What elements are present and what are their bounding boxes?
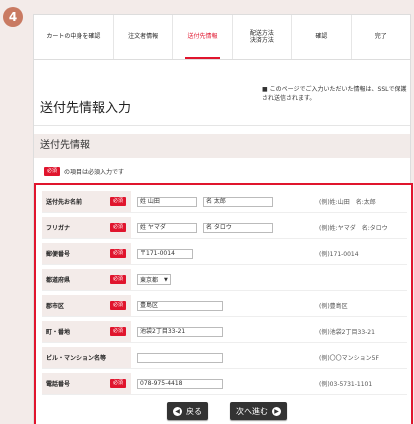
- required-note-text: の項目は必須入力です: [64, 169, 125, 176]
- section-title: 送付先情報: [34, 134, 410, 158]
- required-badge: 必須: [109, 379, 126, 388]
- next-button-label: 次へ進む: [236, 406, 268, 416]
- city-input[interactable]: 豊島区: [137, 300, 223, 311]
- arrow-right-icon: ▶: [272, 406, 281, 416]
- field-label-cell: 郡市区 必須: [42, 295, 131, 316]
- required-badge: 必須: [109, 301, 126, 310]
- first-name-kana-input[interactable]: 名 タロウ: [203, 222, 273, 233]
- field-label: ビル・マンション名等: [46, 355, 107, 362]
- required-badge: 必須: [44, 167, 61, 176]
- field-label: 町・番地: [46, 329, 71, 336]
- bullet-icon: ■: [262, 86, 268, 93]
- last-name-kana-input[interactable]: 姓 ヤマダ: [137, 222, 197, 233]
- field-label-cell: 電話番号 必須: [42, 373, 131, 394]
- form-row-furigana: フリガナ 必須 姓 ヤマダ 名 タロウ (例)姓:ヤマダ 名:タロウ: [42, 217, 407, 239]
- step-orderer-info: 注文者情報: [114, 15, 174, 59]
- field-example: (例)姓:ヤマダ 名:タロウ: [319, 225, 388, 232]
- step-delivery-payment: 配送方法 決済方法: [233, 15, 293, 59]
- step-confirm: 確認: [292, 15, 352, 59]
- field-label-cell: フリガナ 必須: [42, 217, 131, 238]
- ssl-note: ■ このページでご入力いただいた情報は、SSLで保護され送信されます。: [262, 85, 408, 103]
- field-label: 電話番号: [46, 381, 71, 388]
- field-example: (例)03-5731-1101: [319, 381, 373, 388]
- back-button-label: 戻る: [186, 406, 202, 416]
- field-example: (例)豊島区: [319, 303, 348, 310]
- field-label: 都道府県: [46, 277, 71, 284]
- phone-input[interactable]: 078-975-4418: [137, 378, 223, 389]
- form-row-postal-code: 郵便番号 必須 〒171-0014 (例)171-0014: [42, 243, 407, 265]
- address-input[interactable]: 池袋2丁目33-21: [137, 326, 223, 337]
- checkout-progress: カートの中身を確認 注文者情報 送付先情報 配送方法 決済方法 確認 完了: [34, 15, 410, 60]
- postal-code-input[interactable]: 〒171-0014: [137, 248, 193, 259]
- next-button[interactable]: 次へ進む ▶: [230, 402, 287, 420]
- divider: [34, 125, 410, 126]
- field-label-cell: 町・番地 必須: [42, 321, 131, 342]
- prefecture-value: 東京都: [140, 277, 159, 284]
- step-shipping-info: 送付先情報: [173, 15, 233, 59]
- back-button[interactable]: ◀ 戻る: [167, 402, 208, 420]
- field-example: (例)池袋2丁目33-21: [319, 329, 375, 336]
- step-complete: 完了: [374, 33, 387, 41]
- prefecture-select[interactable]: 東京都 ▼: [137, 274, 171, 285]
- step-number-badge: 4: [3, 7, 23, 27]
- required-badge: 必須: [109, 327, 126, 336]
- checkout-panel: カートの中身を確認 注文者情報 送付先情報 配送方法 決済方法 確認 完了 送付…: [33, 14, 413, 424]
- page-title: 送付先情報入力: [40, 101, 132, 116]
- field-label-cell: 送付先お名前 必須: [42, 191, 131, 212]
- required-badge: 必須: [109, 197, 126, 206]
- form-row-name: 送付先お名前 必須 姓 山田 名 太郎 (例)姓:山田 名:太郎: [42, 191, 407, 213]
- chevron-down-icon: ▼: [164, 276, 168, 283]
- required-badge: 必須: [109, 275, 126, 284]
- last-name-input[interactable]: 姓 山田: [137, 196, 197, 207]
- form-row-building: ビル・マンション名等 (例)〇〇マンション5F: [42, 347, 407, 369]
- form-row-phone: 電話番号 必須 078-975-4418 (例)03-5731-1101: [42, 373, 407, 395]
- form-row-town: 町・番地 必須 池袋2丁目33-21 (例)池袋2丁目33-21: [42, 321, 407, 343]
- required-note: 必須 の項目は必須入力です: [44, 167, 124, 176]
- field-example: (例)〇〇マンション5F: [319, 355, 379, 362]
- field-label-cell: 郵便番号 必須: [42, 243, 131, 264]
- field-label: 郵便番号: [46, 251, 71, 258]
- form-row-city: 郡市区 必須 豊島区 (例)豊島区: [42, 295, 407, 317]
- shipping-form: 送付先お名前 必須 姓 山田 名 太郎 (例)姓:山田 名:太郎 フリガナ 必須…: [34, 183, 413, 424]
- field-label: 郡市区: [46, 303, 65, 310]
- field-label: 送付先お名前: [46, 199, 83, 206]
- field-example: (例)171-0014: [319, 251, 359, 258]
- field-example: (例)姓:山田 名:太郎: [319, 199, 376, 206]
- first-name-input[interactable]: 名 太郎: [203, 196, 273, 207]
- required-badge: 必須: [109, 249, 126, 258]
- ssl-note-text: このページでご入力いただいた情報は、SSLで保護され送信されます。: [262, 86, 407, 102]
- field-label: フリガナ: [46, 225, 71, 232]
- arrow-left-icon: ◀: [173, 406, 182, 416]
- required-badge: 必須: [109, 223, 126, 232]
- form-row-prefecture: 都道府県 必須 東京都 ▼: [42, 269, 407, 291]
- field-label-cell: 都道府県 必須: [42, 269, 131, 290]
- field-label-cell: ビル・マンション名等: [42, 347, 131, 368]
- step-cart: カートの中身を確認: [34, 15, 114, 59]
- building-input[interactable]: [137, 352, 223, 363]
